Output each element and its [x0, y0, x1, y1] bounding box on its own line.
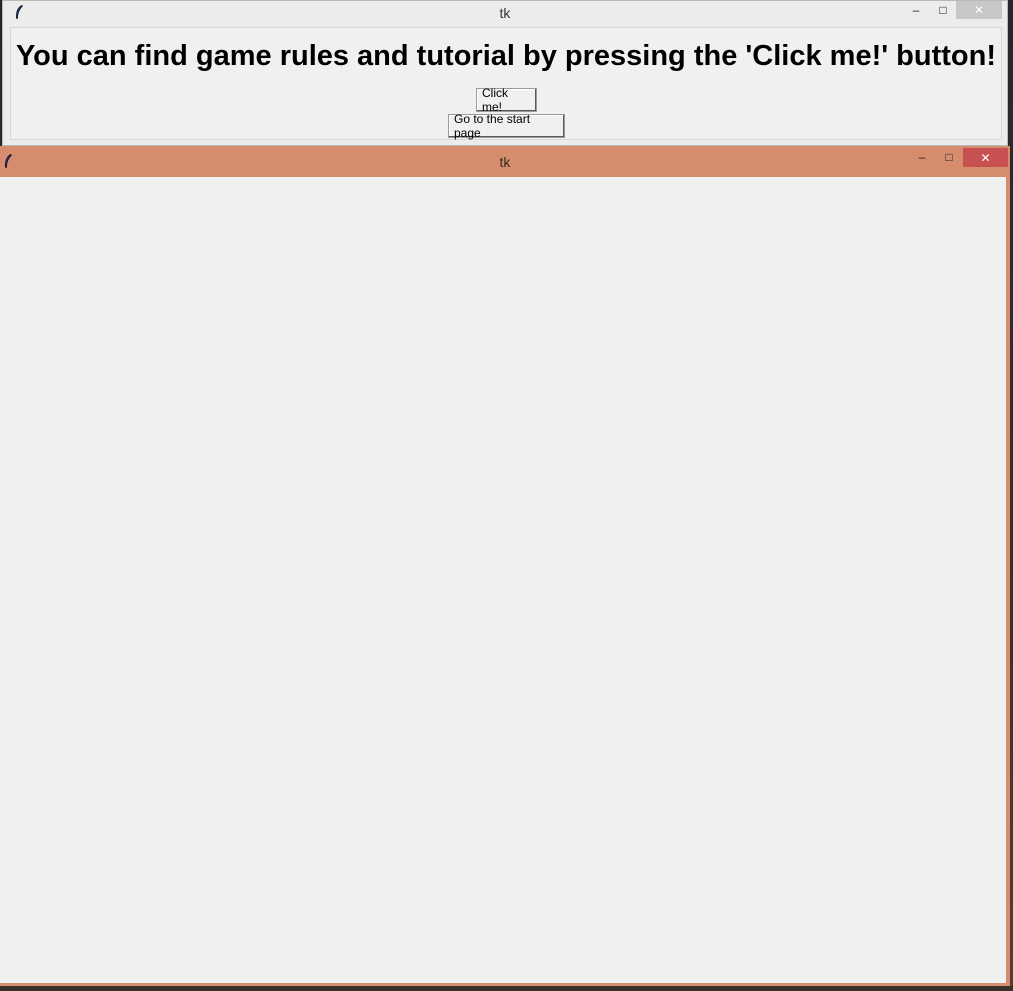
go-to-start-page-button[interactable]: Go to the start page	[448, 112, 565, 140]
window-title: tk	[499, 154, 511, 170]
close-button[interactable]: ✕	[956, 1, 1002, 19]
tk-window-main: tk – □ ✕	[0, 146, 1010, 991]
title-bar[interactable]: tk – □ ✕	[0, 146, 1010, 176]
maximize-button[interactable]: □	[936, 148, 962, 166]
window-content: You can find game rules and tutorial by …	[10, 27, 1002, 140]
title-bar[interactable]: tk – □ ✕	[3, 1, 1007, 25]
click-me-button[interactable]: Click me!	[476, 86, 537, 114]
taskbar-edge	[0, 986, 1013, 991]
minimize-button[interactable]: –	[909, 148, 935, 166]
close-button[interactable]: ✕	[963, 148, 1008, 167]
minimize-button[interactable]: –	[903, 1, 929, 19]
tk-window-help: tk – □ ✕ You can find game rules and tut…	[2, 0, 1008, 146]
window-client-area[interactable]	[0, 177, 1006, 983]
window-title: tk	[499, 5, 511, 21]
instructions-heading: You can find game rules and tutorial by …	[15, 40, 997, 72]
maximize-button[interactable]: □	[930, 1, 956, 19]
